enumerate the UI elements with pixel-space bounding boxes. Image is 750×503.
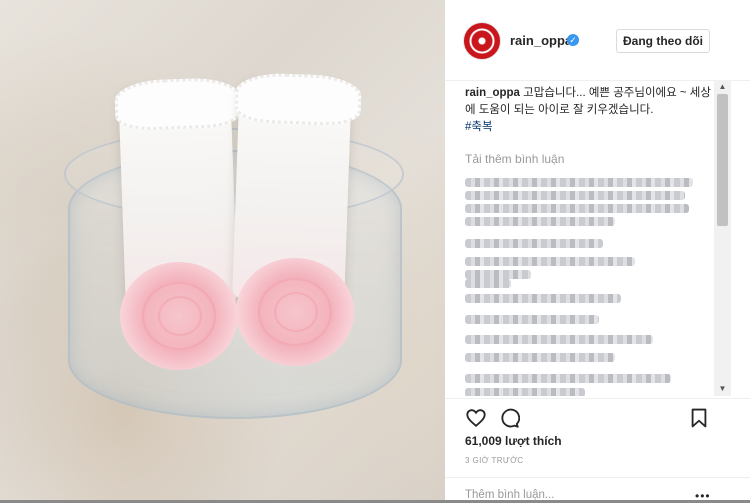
comment-bubble-icon[interactable] bbox=[498, 407, 520, 429]
blurred-comment bbox=[465, 374, 671, 383]
scrollbar-thumb[interactable] bbox=[717, 94, 728, 226]
caption-username[interactable]: rain_oppa bbox=[465, 87, 520, 99]
comments-scrollbar[interactable]: ▲ ▼ bbox=[714, 80, 731, 396]
scroll-up-arrow-icon[interactable]: ▲ bbox=[714, 80, 731, 94]
blurred-comment bbox=[465, 315, 599, 324]
blurred-comment bbox=[465, 294, 621, 303]
verified-badge-icon: ✓ bbox=[567, 34, 579, 46]
hashtag-link[interactable]: #축복 bbox=[465, 119, 715, 136]
likes-count[interactable]: 61,009 lượt thích bbox=[465, 434, 562, 448]
blurred-comment bbox=[465, 217, 615, 226]
pompom-ring bbox=[274, 292, 318, 332]
blurred-comment bbox=[465, 257, 635, 266]
caption: rain_oppa 고맙습니다... 예쁜 공주님이에요 ~ 세상에 도움이 되… bbox=[465, 85, 715, 136]
pompom-ring bbox=[158, 296, 202, 336]
blurred-comment bbox=[465, 204, 689, 213]
post-photo[interactable] bbox=[0, 0, 445, 500]
post-header: rain_oppa ✓ Đang theo dõi bbox=[445, 0, 750, 81]
post-panel: rain_oppa ✓ Đang theo dõi rain_oppa 고맙습니… bbox=[445, 0, 750, 503]
blurred-comment bbox=[465, 178, 693, 187]
blurred-comment bbox=[465, 239, 603, 248]
blurred-comment bbox=[465, 191, 685, 200]
add-comment-input[interactable]: Thêm bình luận... bbox=[465, 489, 555, 501]
pink-pompom-right bbox=[236, 258, 354, 366]
username-link[interactable]: rain_oppa bbox=[510, 33, 572, 48]
post-actions-bar bbox=[445, 398, 750, 433]
more-options-icon[interactable]: ••• bbox=[695, 489, 711, 503]
load-more-comments-link[interactable]: Tải thêm bình luận bbox=[465, 152, 564, 166]
post-timestamp[interactable]: 3 GIỜ TRƯỚC bbox=[465, 456, 524, 465]
heart-icon[interactable] bbox=[465, 407, 487, 429]
bootie-cuff bbox=[113, 76, 242, 132]
following-button[interactable]: Đang theo dõi bbox=[616, 29, 710, 53]
blurred-comment bbox=[465, 388, 585, 396]
pink-pompom-left bbox=[120, 262, 238, 370]
blurred-comment bbox=[465, 270, 531, 279]
avatar[interactable] bbox=[463, 22, 501, 60]
bootie-cuff bbox=[234, 71, 363, 127]
add-comment-box[interactable]: Thêm bình luận... ••• bbox=[445, 477, 750, 503]
comments-list[interactable]: rain_oppa 고맙습니다... 예쁜 공주님이에요 ~ 세상에 도움이 되… bbox=[445, 80, 731, 396]
blurred-comment bbox=[465, 335, 653, 344]
scroll-down-arrow-icon[interactable]: ▼ bbox=[714, 382, 731, 396]
bookmark-icon[interactable] bbox=[688, 407, 710, 429]
blurred-comment bbox=[465, 353, 615, 362]
blurred-comment bbox=[465, 279, 511, 288]
